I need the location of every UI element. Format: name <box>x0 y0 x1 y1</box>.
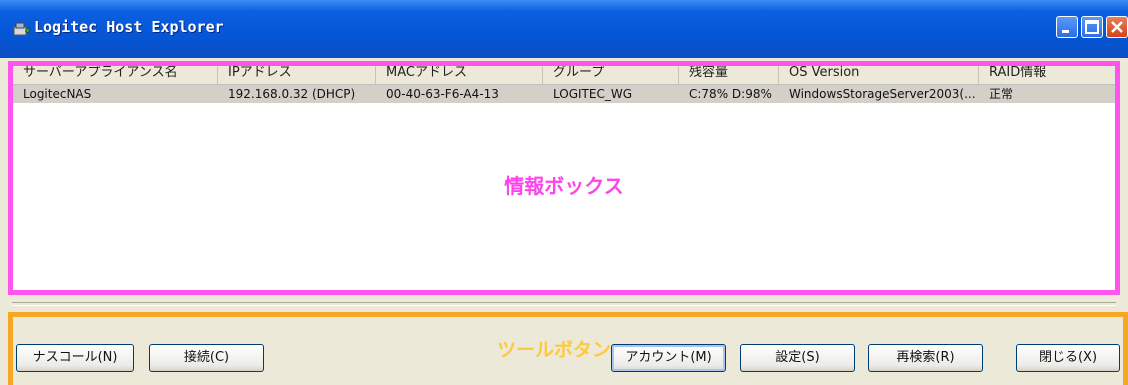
cell-name: LogitecNAS <box>23 87 92 101</box>
settings-button[interactable]: 設定(S) <box>740 344 855 372</box>
column-header-capacity[interactable]: 残容量 <box>679 62 779 84</box>
cell-capacity: C:78% D:98% <box>689 87 772 101</box>
research-button[interactable]: 再検索(R) <box>868 344 983 372</box>
column-header-raid[interactable]: RAID情報 <box>979 62 1117 84</box>
window-title: Logitec Host Explorer <box>34 18 224 36</box>
app-icon <box>12 21 30 37</box>
divider <box>12 302 1116 306</box>
cell-group: LOGITEC_WG <box>553 87 632 101</box>
column-header-group[interactable]: グループ <box>543 62 679 84</box>
table-row[interactable]: LogitecNAS 192.168.0.32 (DHCP) 00-40-63-… <box>13 85 1115 103</box>
cell-raid: 正常 <box>989 87 1014 101</box>
title-bar[interactable]: Logitec Host Explorer <box>0 0 1128 58</box>
minimize-button[interactable] <box>1056 16 1078 38</box>
connect-button[interactable]: 接続(C) <box>149 344 264 372</box>
column-header-mac[interactable]: MACアドレス <box>376 62 543 84</box>
close-window-button[interactable] <box>1106 16 1128 38</box>
maximize-button[interactable] <box>1081 16 1103 38</box>
list-header: サーバーアプライアンス名 IPアドレス MACアドレス グループ 残容量 OS … <box>13 62 1115 85</box>
column-header-os[interactable]: OS Version <box>779 62 979 84</box>
column-header-ip[interactable]: IPアドレス <box>218 62 376 84</box>
column-header-name[interactable]: サーバーアプライアンス名 <box>13 62 218 84</box>
cell-mac: 00-40-63-F6-A4-13 <box>386 87 499 101</box>
cell-os: WindowsStorageServer2003(... <box>789 87 976 101</box>
cell-ip: 192.168.0.32 (DHCP) <box>228 87 356 101</box>
info-box-annotation: 情報ボックス <box>504 174 624 198</box>
nas-call-button[interactable]: ナスコール(N) <box>16 344 134 372</box>
close-button[interactable]: 閉じる(X) <box>1016 344 1120 372</box>
server-list[interactable]: サーバーアプライアンス名 IPアドレス MACアドレス グループ 残容量 OS … <box>12 61 1116 293</box>
tool-buttons-annotation: ツールボタン <box>497 339 612 361</box>
account-button[interactable]: アカウント(M) <box>611 344 726 372</box>
